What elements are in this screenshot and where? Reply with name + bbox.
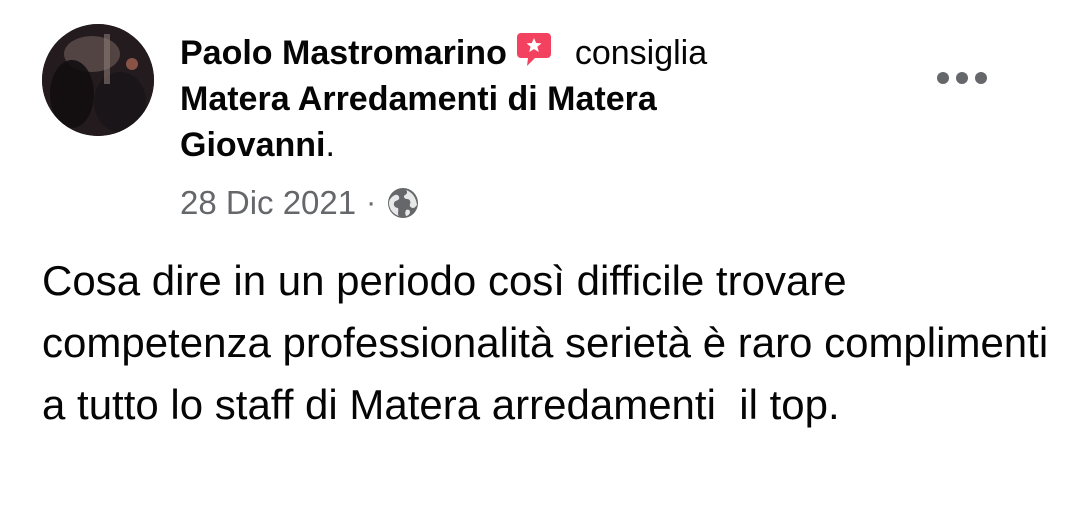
post-body-text: Cosa dire in un periodo così difficile t… bbox=[42, 257, 1060, 428]
page-name-block: Matera Arredamenti di Matera Giovanni. bbox=[180, 76, 740, 168]
page-name-suffix: . bbox=[325, 126, 335, 164]
more-options-button[interactable] bbox=[930, 60, 994, 96]
author-avatar[interactable] bbox=[42, 24, 154, 136]
more-dots-icon bbox=[937, 72, 987, 84]
post-meta: 28 Dic 2021 · bbox=[180, 180, 420, 226]
author-name-link[interactable]: Paolo Mastromarino bbox=[180, 30, 507, 76]
post-date-link[interactable]: 28 Dic 2021 bbox=[180, 180, 356, 226]
globe-icon[interactable] bbox=[386, 186, 420, 220]
meta-separator: · bbox=[366, 186, 377, 219]
page-name-link[interactable]: Matera Arredamenti di Matera Giovanni bbox=[180, 80, 657, 164]
post-header: Paolo Mastromarino consiglia Matera Arre… bbox=[180, 30, 880, 168]
action-label: consiglia bbox=[574, 34, 708, 72]
post-header-line: Paolo Mastromarino consiglia bbox=[180, 30, 880, 76]
recommend-star-bubble-icon bbox=[515, 30, 553, 68]
